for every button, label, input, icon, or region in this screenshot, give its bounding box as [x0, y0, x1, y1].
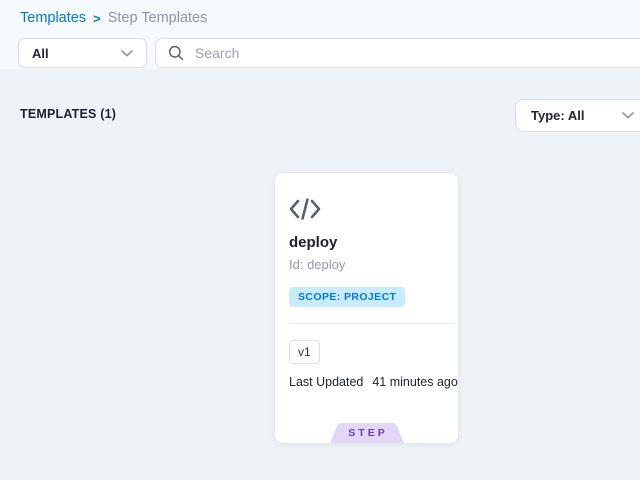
templates-count-heading: TEMPLATES (1)	[20, 107, 116, 121]
scope-filter-value: All	[32, 46, 49, 61]
search-box[interactable]	[155, 38, 640, 68]
template-name: deploy	[289, 234, 337, 251]
template-card-deploy[interactable]: deploy Id: deploy SCOPE: PROJECT v1 Last…	[275, 173, 458, 443]
version-chip[interactable]: v1	[289, 340, 320, 364]
breadcrumb-separator-icon: >	[93, 11, 101, 26]
chevron-down-icon	[622, 112, 634, 119]
search-input[interactable]	[193, 44, 635, 62]
type-filter-value: Type: All	[531, 108, 584, 123]
card-divider	[289, 323, 454, 324]
step-templates-page: Templates > Step Templates All TEMPLATES…	[0, 0, 640, 480]
last-updated-label: Last Updated	[289, 375, 363, 389]
template-id: Id: deploy	[289, 257, 345, 272]
template-type-badge: STEP	[330, 423, 404, 443]
last-updated-row: Last Updated 41 minutes ago	[289, 375, 458, 389]
breadcrumb-link-templates[interactable]: Templates	[20, 10, 86, 26]
type-filter-dropdown[interactable]: Type: All	[515, 99, 640, 132]
search-icon	[168, 45, 184, 61]
code-icon	[289, 198, 321, 220]
scope-badge: SCOPE: PROJECT	[289, 287, 405, 307]
chevron-down-icon	[121, 50, 133, 57]
template-type-badge-label: STEP	[330, 427, 404, 439]
last-updated-value: 41 minutes ago	[372, 375, 457, 389]
breadcrumb: Templates > Step Templates	[20, 10, 207, 26]
breadcrumb-current: Step Templates	[108, 10, 208, 26]
page-header: Templates > Step Templates All	[0, 0, 640, 69]
scope-filter-dropdown[interactable]: All	[18, 38, 147, 68]
